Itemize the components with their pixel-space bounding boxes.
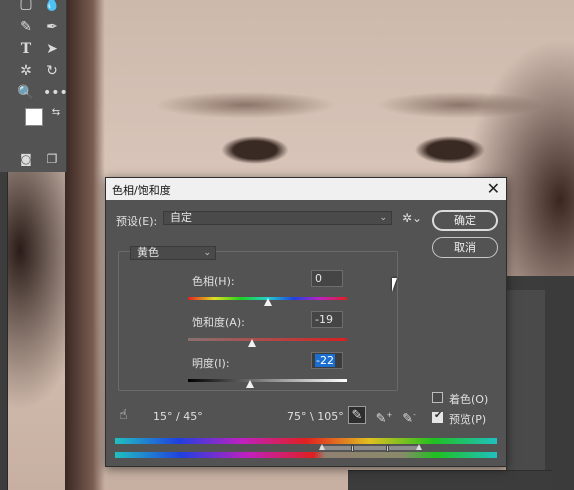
preset-select[interactable]: 自定 ⌄ <box>163 211 392 225</box>
range-handle-inner-right[interactable] <box>386 445 389 452</box>
lightness-slider-track[interactable] <box>188 379 347 382</box>
blur-tool-icon[interactable]: 💧 <box>43 0 61 13</box>
hue-input[interactable]: 0 <box>311 270 343 287</box>
foreground-color-swatch[interactable] <box>25 108 43 126</box>
chevron-down-icon: ⌄ <box>379 213 387 223</box>
saturation-slider-thumb[interactable] <box>248 339 257 347</box>
input-color-bar <box>115 438 497 444</box>
lightness-input[interactable]: -22 <box>311 352 343 369</box>
marquee-tool-icon[interactable]: ▢ <box>17 0 35 13</box>
hue-label: 色相(H): <box>192 275 235 288</box>
adjustment-group <box>118 251 398 391</box>
saturation-input[interactable]: -19 <box>311 311 343 328</box>
range-handle-outer-left[interactable] <box>319 444 325 450</box>
more-tools-icon[interactable]: ••• <box>43 84 68 102</box>
hue-saturation-dialog: 色相/饱和度 ✕ 预设(E): 自定 ⌄ ✲⌄ 确定 取消 黄色 ⌄ 色相(H)… <box>105 177 507 467</box>
zoom-tool-icon[interactable]: 🔍 <box>17 84 35 102</box>
lightness-slider-thumb[interactable] <box>246 380 254 388</box>
photo-hair <box>65 0 105 490</box>
path-tool-icon[interactable]: ✒ <box>43 18 61 36</box>
preview-checkbox[interactable] <box>432 410 443 423</box>
channel-value: 黄色 <box>137 246 159 259</box>
range-handle-inner-left[interactable] <box>351 445 354 452</box>
range-handle-outer-right[interactable] <box>416 444 422 450</box>
cancel-button[interactable]: 取消 <box>432 237 498 258</box>
lightness-label: 明度(I): <box>192 357 230 370</box>
dialog-title: 色相/饱和度 <box>112 184 171 197</box>
eyedropper-plus-icon[interactable]: ✎+ <box>375 406 393 426</box>
dialog-titlebar[interactable]: 色相/饱和度 ✕ <box>106 178 506 200</box>
eyedropper-minus-icon[interactable]: ✎- <box>400 406 418 426</box>
eyedropper-icon[interactable]: ✎ <box>348 406 366 424</box>
chevron-down-icon: ⌄ <box>203 248 211 258</box>
hue-slider-thumb[interactable] <box>263 298 272 306</box>
colorize-checkbox[interactable] <box>432 392 443 403</box>
preset-value: 自定 <box>170 211 192 224</box>
swap-colors-icon[interactable]: ⇆ <box>47 104 65 122</box>
ruler-left <box>0 172 8 490</box>
gear-icon[interactable]: ✲⌄ <box>402 211 422 225</box>
ok-button[interactable]: 确定 <box>432 210 498 231</box>
layers-footer-bar <box>348 470 552 490</box>
colorize-label: 着色(O) <box>449 393 489 406</box>
move-tool-icon[interactable]: ➤ <box>43 40 61 58</box>
range-slider[interactable] <box>319 445 419 451</box>
output-color-bar <box>115 452 497 458</box>
close-icon[interactable]: ✕ <box>487 179 500 198</box>
preview-label: 预览(P) <box>449 413 487 426</box>
puppet-tool-icon[interactable]: ✲ <box>17 62 35 80</box>
saturation-slider-track[interactable] <box>188 338 347 341</box>
hand-icon[interactable]: ☝ <box>119 407 128 423</box>
panel-dock <box>545 276 574 490</box>
type-tool-icon[interactable]: T <box>17 40 35 58</box>
saturation-label: 饱和度(A): <box>192 316 245 329</box>
range-left-label: 15° / 45° <box>153 410 203 423</box>
mouse-cursor <box>392 278 397 292</box>
rotate-view-icon[interactable]: ↻ <box>43 62 61 80</box>
range-right-label: 75° \ 105° <box>287 410 344 423</box>
lightness-value: -22 <box>315 354 335 367</box>
pen-tool-icon[interactable]: ✎ <box>17 18 35 36</box>
channel-select[interactable]: 黄色 ⌄ <box>130 246 216 260</box>
screen-mode-icon[interactable]: ❐ <box>43 150 61 168</box>
quick-mask-icon[interactable]: ◙ <box>17 150 35 168</box>
tools-panel: ▢ 💧 ✎ ✒ T ➤ ✲ ↻ 🔍 ••• ⇆ ◙ ❐ <box>0 0 68 172</box>
preset-label: 预设(E): <box>116 215 158 228</box>
